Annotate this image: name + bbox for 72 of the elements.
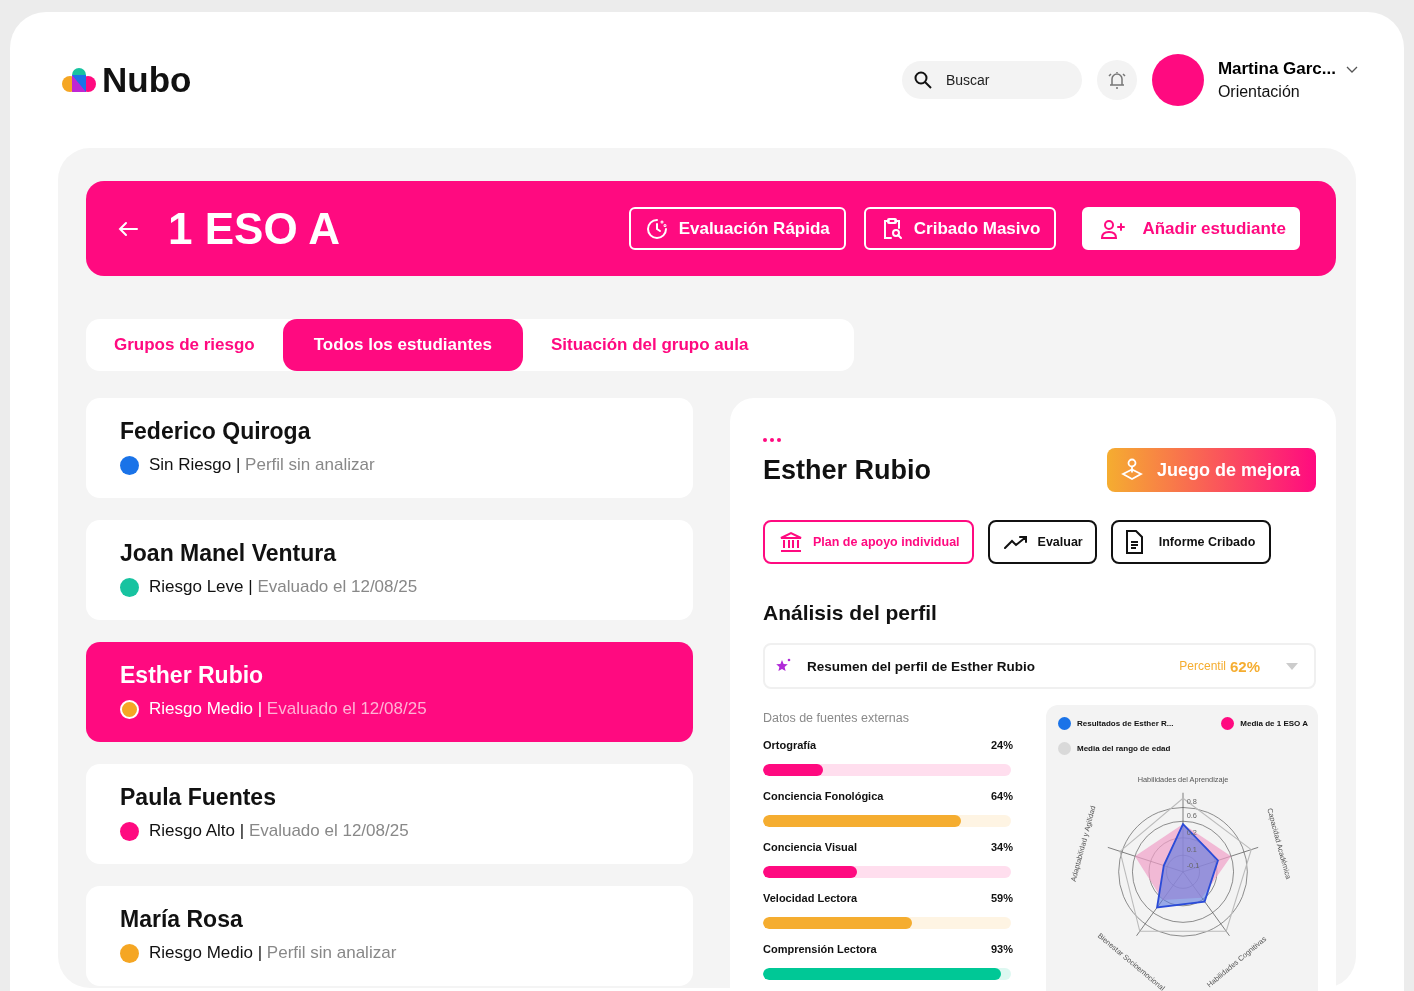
metric-label: Velocidad Lectora — [763, 892, 858, 904]
banner-action-button[interactable]: Cribado Masivo — [863, 207, 1057, 250]
metric-value: 59% — [990, 892, 1013, 904]
add-user-icon — [1100, 217, 1127, 240]
trending-up-icon — [1003, 535, 1028, 549]
tick-label: 0.1 — [1186, 844, 1197, 854]
game-button[interactable]: Juego de mejora — [1106, 448, 1316, 492]
avatar — [1151, 54, 1204, 106]
profile-summary-bar[interactable]: Resumen del perfil de Esther Rubio Percentil 62% — [763, 643, 1316, 689]
student-name: María Rosa — [120, 906, 244, 933]
timer-icon — [644, 216, 669, 241]
tab[interactable]: Grupos de riesgo — [86, 319, 283, 371]
student-status: Riesgo Alto | Evaluado el 12/08/25 — [149, 821, 409, 841]
notification-bell-button[interactable] — [1096, 60, 1137, 100]
metric-label: Comprensión Lectora — [763, 943, 877, 955]
axis-label: Habilidades del Aprendizaje — [1137, 774, 1229, 784]
logo-text: Nubo — [102, 60, 192, 100]
tick-label: 0.2 — [1186, 828, 1197, 838]
student-status: Riesgo Medio | Perfil sin analizar — [149, 943, 397, 963]
student-card[interactable]: Paula Fuentes Riesgo Alto | Evaluado el 12/08/25 — [86, 764, 693, 864]
profile-action-button[interactable]: Plan de apoyo individual — [763, 520, 974, 564]
student-status: Riesgo Medio | Evaluado el 12/08/25 — [149, 699, 427, 719]
search-icon — [913, 71, 932, 89]
metric-value: 34% — [990, 841, 1013, 853]
user-menu[interactable]: Martina Garc... — [1217, 59, 1358, 79]
back-arrow-icon — [118, 220, 138, 237]
student-card[interactable]: María Rosa Riesgo Medio | Perfil sin analizar — [86, 886, 693, 986]
metric-label: Ortografía — [763, 739, 817, 751]
tick-label: -0.1 — [1186, 861, 1200, 871]
legend-label: Media de 1 ESO A — [1240, 719, 1308, 728]
legend-label: Media del rango de edad — [1077, 744, 1171, 753]
tick-label: 0.8 — [1186, 796, 1197, 806]
profile-action-button[interactable]: Informe Cribado — [1110, 520, 1272, 564]
bell-icon — [1106, 70, 1127, 90]
banner-action-button[interactable]: Evaluación Rápida — [628, 207, 846, 250]
caret-icon — [1286, 662, 1298, 670]
metric-value: 24% — [990, 739, 1013, 751]
section-title: Análisis del perfil — [763, 601, 938, 625]
legend-label: Resultados de Esther R... — [1077, 719, 1174, 728]
metric-label: Conciencia Fonológica — [763, 790, 884, 802]
section-subtitle: Datos de fuentes externas — [763, 711, 910, 725]
student-name: Esther Rubio — [763, 454, 931, 486]
user-role: Orientación — [1217, 83, 1301, 101]
metric-label: Conciencia Visual — [763, 841, 857, 853]
bank-icon — [779, 531, 803, 553]
student-name: Joan Manel Ventura — [120, 540, 338, 567]
more-icon[interactable] — [763, 438, 781, 442]
student-name: Federico Quiroga — [120, 418, 312, 445]
student-card[interactable]: Federico Quiroga Sin Riesgo | Perfil sin analizar — [86, 398, 693, 498]
percentile-label: Percentil — [1179, 659, 1226, 673]
student-status: Riesgo Leve | Evaluado el 12/08/25 — [149, 577, 418, 597]
metric-value: 93% — [990, 943, 1013, 955]
joystick-icon — [1120, 458, 1143, 482]
banner-action-button[interactable]: Añadir estudiante — [1082, 207, 1300, 250]
document-icon — [1124, 530, 1143, 554]
student-card[interactable]: Joan Manel Ventura Riesgo Leve | Evaluado el 12/08/25 — [86, 520, 693, 620]
search-field[interactable]: Buscar — [901, 61, 1082, 99]
summary-title: Resumen del perfil de Esther Rubio — [807, 658, 1037, 674]
tab[interactable]: Situación del grupo aula — [522, 319, 777, 371]
student-name: Esther Rubio — [120, 662, 265, 689]
metric-value: 64% — [990, 790, 1013, 802]
chevron-down-icon — [1346, 65, 1358, 73]
tab[interactable]: Todos los estudiantes — [282, 319, 523, 371]
student-status: Sin Riesgo | Perfil sin analizar — [149, 455, 375, 475]
tick-label: 0.6 — [1186, 811, 1197, 821]
profile-action-button[interactable]: Evaluar — [987, 520, 1097, 564]
cloud-logo-icon — [62, 67, 96, 93]
student-card[interactable]: Esther Rubio Riesgo Medio | Evaluado el 12/08/25 — [86, 642, 693, 742]
student-name: Paula Fuentes — [120, 784, 277, 811]
class-title: 1 ESO A — [168, 203, 340, 254]
back-button[interactable] — [118, 220, 138, 237]
percentile-value: 62% — [1229, 657, 1260, 675]
